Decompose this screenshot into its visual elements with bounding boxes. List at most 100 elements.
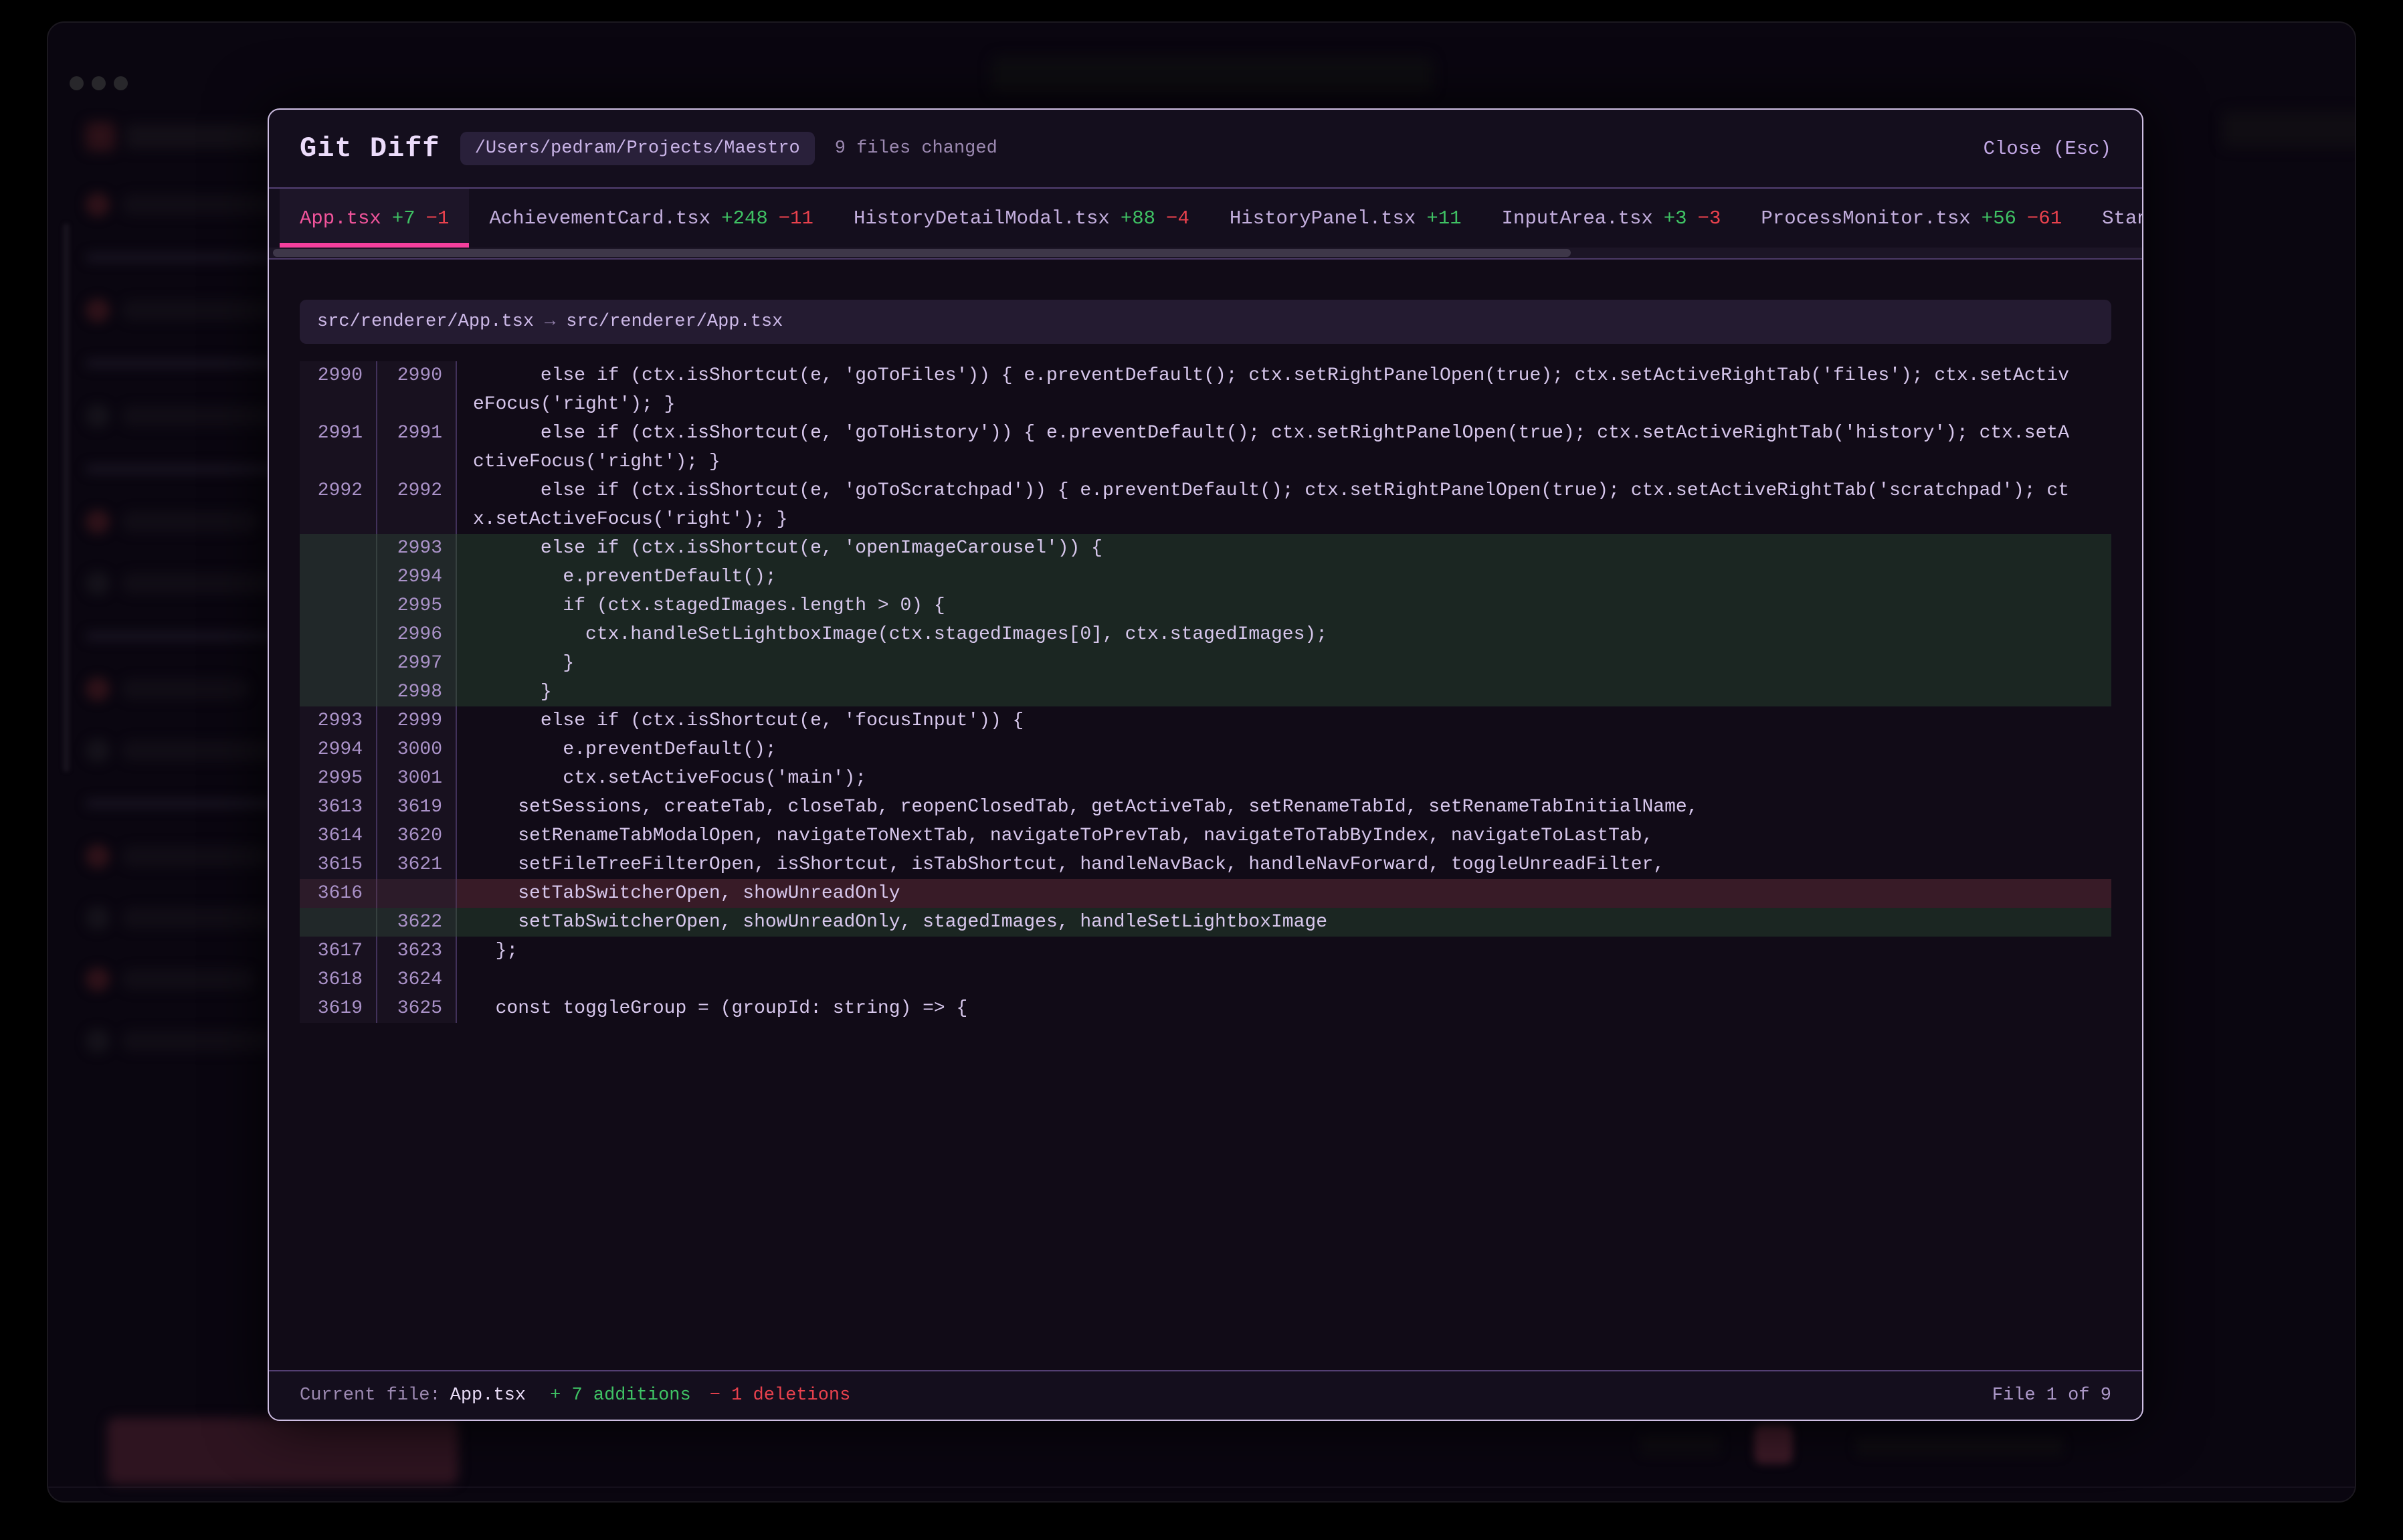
sidebar-item-icon [86, 677, 110, 701]
old-line-number: 3615 [300, 850, 377, 879]
old-line-number: 2992 [300, 476, 377, 534]
close-button[interactable]: Close (Esc) [1984, 138, 2111, 160]
diff-row: 3615 3621 setFileTreeFilterOpen, isShort… [300, 850, 2111, 879]
new-line-number: 3620 [377, 822, 457, 850]
file-path-bar: src/renderer/App.tsx → src/renderer/App.… [300, 300, 2111, 344]
tab-file-name: ProcessMonitor.tsx [1761, 207, 1970, 229]
new-line-number: 2994 [377, 563, 457, 591]
diff-row: 3614 3620 setRenameTabModalOpen, navigat… [300, 822, 2111, 850]
current-file-label: Current file: [300, 1385, 441, 1406]
sidebar-progress-blurred [86, 799, 286, 808]
file-path-to: src/renderer/App.tsx [566, 312, 783, 332]
diff-row: 2995 if (ctx.stagedImages.length > 0) { [300, 591, 2111, 620]
new-line-number: 2995 [377, 591, 457, 620]
code-line: } [457, 649, 2111, 678]
file-tabs[interactable]: App.tsx +7 −1 AchievementCard.tsx +248 −… [269, 189, 2142, 248]
tab-additions: +7 [392, 207, 415, 229]
file-tab[interactable]: HistoryDetailModal.tsx +88 −4 [834, 189, 1210, 248]
diff-row: 2994 e.preventDefault(); [300, 563, 2111, 591]
old-line-number: 3619 [300, 994, 377, 1023]
sidebar-progress-blurred [86, 359, 286, 368]
old-line-number: 3613 [300, 793, 377, 822]
tab-file-name: App.tsx [300, 207, 381, 229]
sidebar-item-icon [86, 1029, 110, 1053]
code-line: else if (ctx.isShortcut(e, 'openImageCar… [457, 534, 2111, 563]
traffic-light-zoom-button[interactable] [114, 76, 128, 90]
diff-row: 3622 setTabSwitcherOpen, showUnreadOnly,… [300, 908, 2111, 937]
tabs-scrollbar-thumb[interactable] [273, 249, 1571, 257]
new-line-number: 2990 [377, 361, 457, 419]
tab-additions: +3 [1664, 207, 1687, 229]
sidebar-progress-blurred [86, 632, 286, 641]
tab-file-name: AchievementCard.tsx [489, 207, 710, 229]
file-tab[interactable]: App.tsx +7 −1 [280, 189, 469, 248]
arrow-right-icon: → [545, 312, 555, 332]
old-line-number [300, 620, 377, 649]
tab-deletions: −3 [1698, 207, 1721, 229]
tab-additions: +11 [1426, 207, 1461, 229]
diff-row: 3617 3623 }; [300, 937, 2111, 965]
traffic-light-minimize-button[interactable] [92, 76, 106, 90]
sidebar-item-text-blob [122, 1030, 276, 1052]
code-line: setSessions, createTab, closeTab, reopen… [457, 793, 2111, 822]
new-line-number: 3000 [377, 735, 457, 764]
tab-file-name: InputArea.tsx [1502, 207, 1653, 229]
file-position-indicator: File 1 of 9 [1992, 1385, 2111, 1406]
old-line-number [300, 534, 377, 563]
new-line-number: 2992 [377, 476, 457, 534]
old-line-number [300, 591, 377, 620]
sidebar-item-icon [86, 404, 110, 428]
file-tab[interactable]: InputArea.tsx +3 −3 [1482, 189, 1741, 248]
new-line-number: 3624 [377, 965, 457, 994]
deletions-count: − 1 deletions [710, 1385, 851, 1406]
repo-path-badge: /Users/pedram/Projects/Maestro [460, 132, 815, 165]
old-line-number: 3616 [300, 879, 377, 908]
tab-deletions: −61 [2027, 207, 2062, 229]
tab-additions: +56 [1982, 207, 2016, 229]
code-line: setFileTreeFilterOpen, isShortcut, isTab… [457, 850, 2111, 879]
tab-deletions: −4 [1166, 207, 1189, 229]
old-line-number [300, 908, 377, 937]
tab-deletions: −1 [426, 207, 450, 229]
sidebar-item-icon [86, 844, 110, 868]
tab-file-name: HistoryPanel.tsx [1230, 207, 1416, 229]
tabs-scrollbar-track [269, 248, 2142, 260]
old-line-number: 2995 [300, 764, 377, 793]
tab-file-name: HistoryDetailModal.tsx [854, 207, 1110, 229]
app-logo-icon [86, 122, 115, 151]
old-line-number: 2991 [300, 419, 377, 476]
code-line: }; [457, 937, 2111, 965]
code-line: if (ctx.stagedImages.length > 0) { [457, 591, 2111, 620]
code-line: else if (ctx.isShortcut(e, 'goToHistory'… [457, 419, 2111, 476]
file-tab[interactable]: ProcessMonitor.tsx +56 −61 [1741, 189, 2082, 248]
diff-row: 2990 2990 else if (ctx.isShortcut(e, 'go… [300, 361, 2111, 419]
diff-row: 2998 } [300, 678, 2111, 706]
sidebar-progress-blurred [86, 464, 286, 474]
file-tab[interactable]: HistoryPanel.tsx +11 [1210, 189, 1482, 248]
tab-file-name: Stand [2102, 207, 2142, 229]
tab-deletions: −11 [779, 207, 813, 229]
diff-row: 3616 setTabSwitcherOpen, showUnreadOnly [300, 879, 2111, 908]
new-line-number: 3621 [377, 850, 457, 879]
diff-row: 2993 else if (ctx.isShortcut(e, 'openIma… [300, 534, 2111, 563]
modal-title: Git Diff [300, 132, 440, 165]
diff-row: 2996 ctx.handleSetLightboxImage(ctx.stag… [300, 620, 2111, 649]
new-line-number: 3619 [377, 793, 457, 822]
new-line-number: 3625 [377, 994, 457, 1023]
current-file-name: App.tsx [450, 1385, 526, 1406]
tab-additions: +88 [1121, 207, 1155, 229]
sidebar-item-icon [86, 906, 110, 930]
code-line: setTabSwitcherOpen, showUnreadOnly, stag… [457, 908, 2111, 937]
file-tab[interactable]: AchievementCard.tsx +248 −11 [469, 189, 834, 248]
diff-row: 2994 3000 e.preventDefault(); [300, 735, 2111, 764]
code-line: else if (ctx.isShortcut(e, 'goToScratchp… [457, 476, 2111, 534]
traffic-light-close-button[interactable] [70, 76, 84, 90]
statusbar-badge-blurred [1754, 1425, 1793, 1464]
sidebar-item-icon [86, 967, 110, 991]
file-tab[interactable]: Stand [2082, 189, 2142, 248]
sidebar-item-icon [86, 510, 110, 534]
sidebar-item-text-blob [122, 969, 256, 990]
sidebar-item-text-blob [122, 846, 269, 867]
sidebar-item-text-blob [122, 573, 286, 594]
statusbar-item-blurred [1640, 1433, 1721, 1456]
